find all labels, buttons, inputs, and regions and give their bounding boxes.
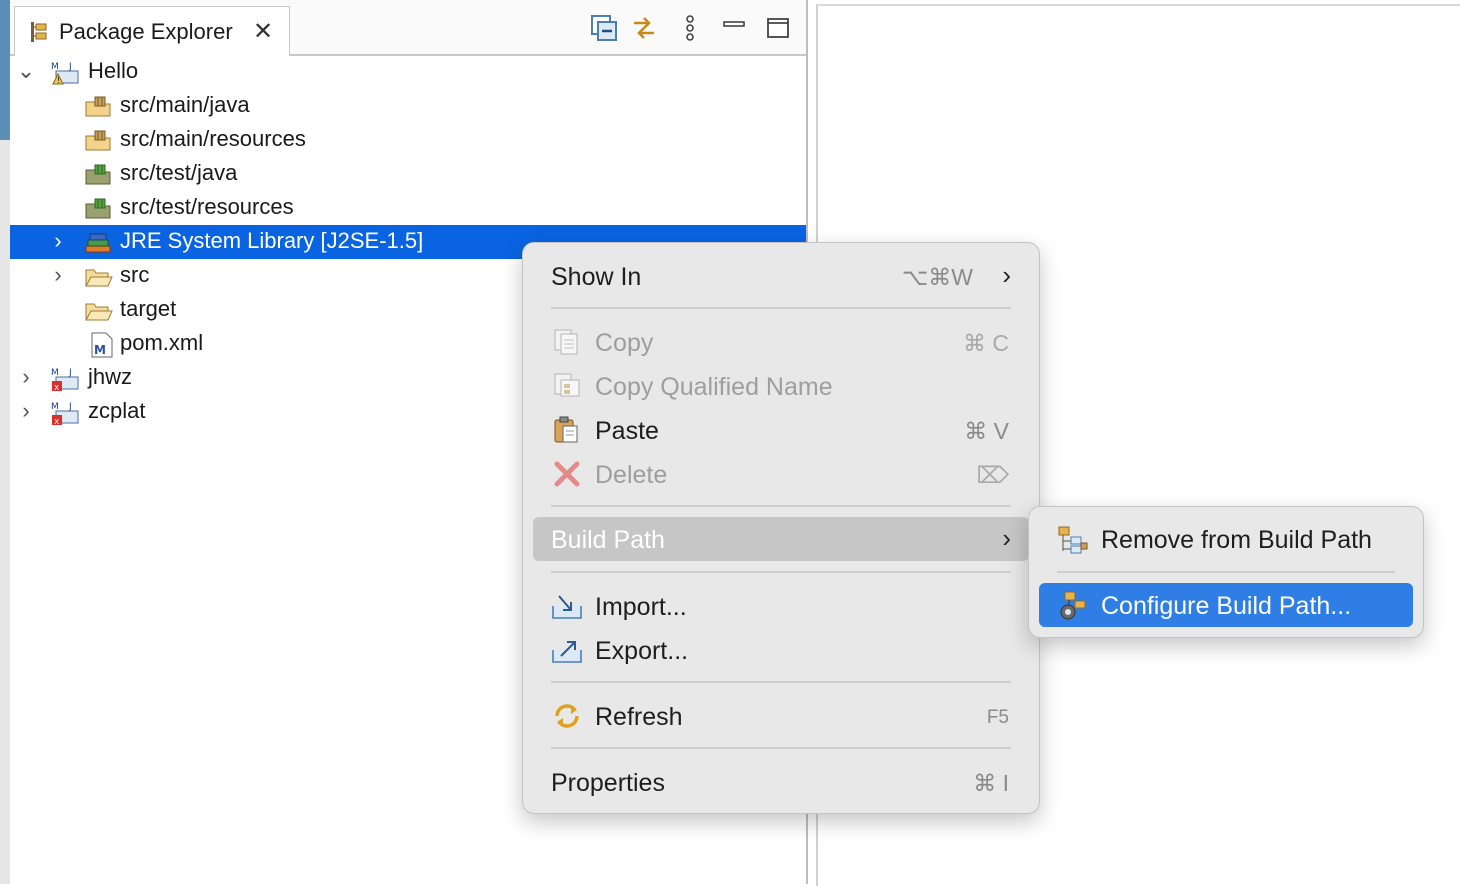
collapse-all-icon[interactable] <box>590 14 618 42</box>
source-folder-icon <box>85 130 111 151</box>
menu-item-build-path[interactable]: Build Path › <box>533 517 1029 561</box>
menu-item-properties[interactable]: Properties ⌘ I <box>533 760 1029 804</box>
menu-item-delete[interactable]: Delete ⌦ <box>533 452 1029 496</box>
menu-separator <box>551 681 1011 683</box>
menu-shortcut: ⌘ I <box>973 770 1009 796</box>
menu-item-label: Paste <box>595 417 659 445</box>
copy-icon <box>554 329 578 355</box>
folder-icon <box>85 269 113 287</box>
build-path-submenu: Remove from Build Path Configure Build P… <box>1028 506 1424 638</box>
test-source-folder-icon <box>85 164 111 185</box>
copy-qualified-name-icon <box>554 373 580 397</box>
maximize-icon[interactable] <box>764 14 792 42</box>
tree-item-label: zcplat <box>88 398 146 423</box>
menu-separator <box>551 747 1011 749</box>
menu-shortcut: ⌦ <box>976 462 1009 488</box>
svg-text:x: x <box>54 383 60 392</box>
maven-project-error-icon: M J x <box>51 402 79 426</box>
menu-item-label: Copy <box>595 329 654 357</box>
maven-pom-icon: M <box>91 332 113 358</box>
minimize-icon[interactable] <box>720 14 748 42</box>
tree-item-label: jhwz <box>88 364 133 389</box>
paste-icon <box>554 416 578 443</box>
context-menu: Show In ⌥⌘W › Copy ⌘ C Copy Qualified Na… <box>522 242 1040 814</box>
menu-item-label: Properties <box>551 769 665 797</box>
menu-item-refresh[interactable]: Refresh F5 <box>533 694 1029 738</box>
package-explorer-icon <box>31 22 47 42</box>
tree-item-src-main-java[interactable]: src/main/java <box>10 89 806 123</box>
menu-item-label: Configure Build Path... <box>1101 592 1352 620</box>
chevron-right-icon[interactable]: › <box>48 262 68 288</box>
menu-item-copy-qualified-name[interactable]: Copy Qualified Name <box>533 364 1029 408</box>
test-source-folder-icon <box>85 198 111 219</box>
tree-item-src-main-resources[interactable]: src/main/resources <box>10 123 806 157</box>
menu-item-label: Refresh <box>595 703 683 731</box>
menu-item-configure-build-path[interactable]: Configure Build Path... <box>1039 583 1413 627</box>
menu-item-copy[interactable]: Copy ⌘ C <box>533 320 1029 364</box>
import-icon <box>552 595 582 619</box>
tree-item-label: src/main/resources <box>120 126 306 151</box>
menu-separator <box>551 505 1011 507</box>
tree-item-src-test-resources[interactable]: src/test/resources <box>10 191 806 225</box>
chevron-down-icon[interactable]: ⌄ <box>16 58 36 84</box>
menu-item-label: Import... <box>595 593 687 621</box>
folder-icon <box>85 303 113 321</box>
menu-item-label: Build Path <box>551 526 665 554</box>
menu-item-show-in[interactable]: Show In ⌥⌘W › <box>533 254 1029 298</box>
remove-build-path-icon <box>1058 526 1088 554</box>
tree-item-label: pom.xml <box>120 330 204 355</box>
chevron-right-icon[interactable]: › <box>16 364 36 390</box>
menu-separator <box>1057 571 1395 573</box>
tree-item-label: src/main/java <box>120 92 250 117</box>
svg-text:M: M <box>94 343 106 357</box>
tree-item-hello[interactable]: ⌄ M J ! Hello <box>10 55 806 89</box>
link-with-editor-icon[interactable] <box>630 14 658 42</box>
menu-item-export[interactable]: Export... <box>533 628 1029 672</box>
svg-text:!: ! <box>57 76 60 85</box>
menu-separator <box>551 307 1011 309</box>
tree-item-label: src/test/java <box>120 160 238 185</box>
maven-project-warning-icon: M J ! <box>51 62 79 85</box>
export-icon <box>552 641 582 663</box>
left-edge-background <box>0 0 10 140</box>
maven-project-error-icon: M J x <box>51 368 79 392</box>
menu-shortcut: ⌘ V <box>964 418 1009 444</box>
chevron-right-icon: › <box>1002 260 1011 290</box>
menu-item-import[interactable]: Import... <box>533 584 1029 628</box>
menu-item-label: Delete <box>595 461 668 489</box>
menu-separator <box>551 571 1011 573</box>
close-icon[interactable]: ✕ <box>253 17 273 46</box>
view-menu-icon[interactable] <box>676 14 704 42</box>
menu-item-label: Remove from Build Path <box>1101 526 1372 554</box>
menu-item-label: Show In <box>551 263 642 291</box>
menu-shortcut: F5 <box>986 707 1009 728</box>
tree-item-label: Hello <box>88 58 139 83</box>
menu-item-label: Copy Qualified Name <box>595 373 833 401</box>
tree-item-label: JRE System Library [J2SE-1.5] <box>120 228 424 253</box>
source-folder-icon <box>85 96 111 117</box>
configure-build-path-icon <box>1060 591 1086 620</box>
svg-text:x: x <box>54 417 60 426</box>
delete-icon <box>554 461 580 487</box>
tree-item-label: target <box>120 296 177 321</box>
menu-shortcut: ⌥⌘W <box>901 264 973 290</box>
view-title: Package Explorer <box>59 19 233 44</box>
refresh-icon <box>555 704 579 728</box>
menu-item-remove-from-build-path[interactable]: Remove from Build Path <box>1039 517 1413 561</box>
menu-shortcut: ⌘ C <box>963 330 1009 356</box>
chevron-right-icon: › <box>1002 523 1011 553</box>
chevron-right-icon[interactable]: › <box>48 228 68 254</box>
tree-item-label: src/test/resources <box>120 194 294 219</box>
menu-item-paste[interactable]: Paste ⌘ V <box>533 408 1029 452</box>
view-header: Package Explorer ✕ <box>10 0 806 56</box>
tree-item-label: src <box>120 262 150 287</box>
tab-package-explorer[interactable]: Package Explorer ✕ <box>14 6 290 56</box>
menu-item-label: Export... <box>595 637 689 665</box>
chevron-right-icon[interactable]: › <box>16 398 36 424</box>
tree-item-src-test-java[interactable]: src/test/java <box>10 157 806 191</box>
library-icon <box>85 233 111 253</box>
